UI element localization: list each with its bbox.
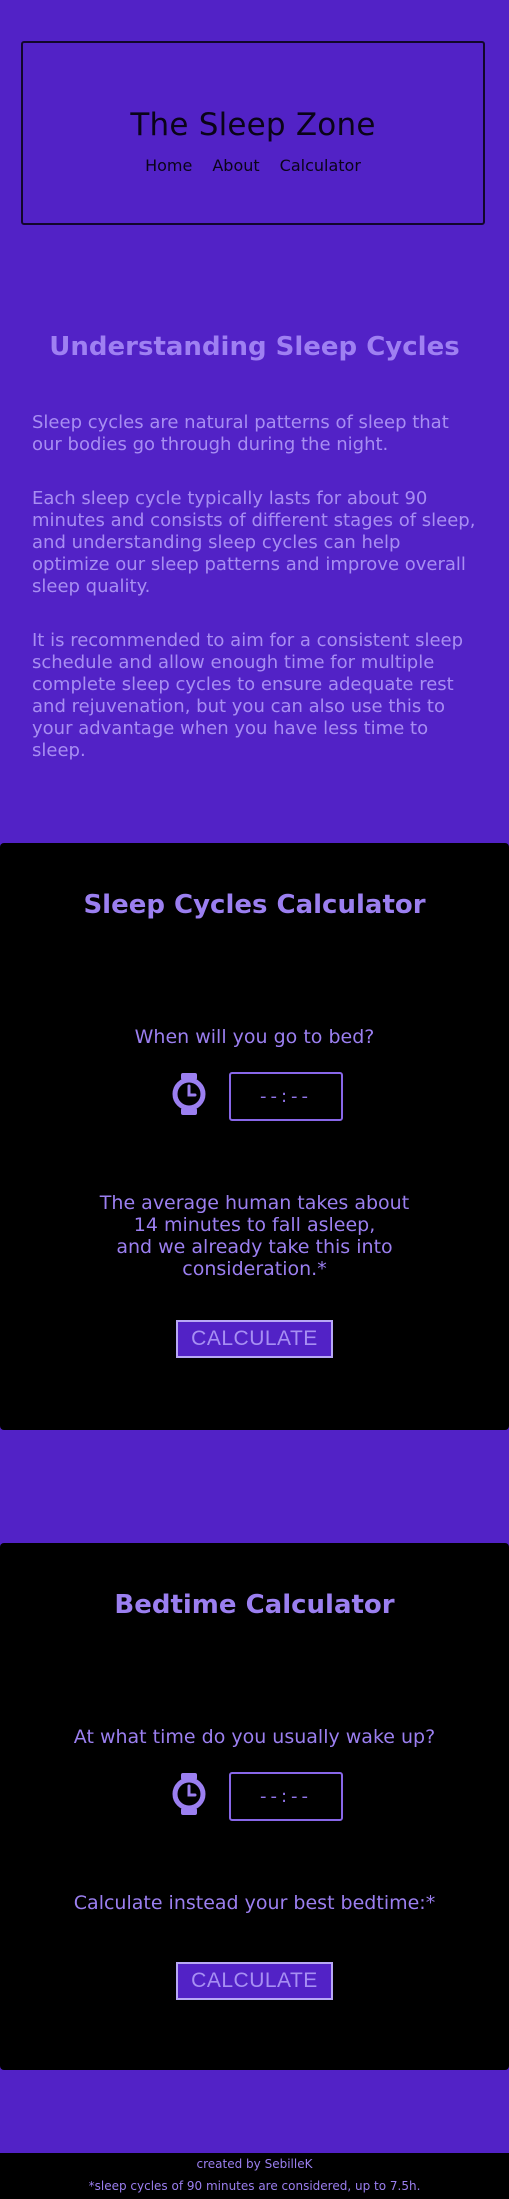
sleep-cycles-calculator-card: Sleep Cycles Calculator When will you go… bbox=[0, 843, 509, 1430]
bedtime-time-input[interactable]: --:-- bbox=[229, 1072, 343, 1121]
intro-paragraph-3: It is recommended to aim for a consisten… bbox=[32, 630, 464, 761]
site-header: The Sleep Zone Home About Calculator bbox=[21, 41, 485, 225]
intro-paragraph-1: Sleep cycles are natural patterns of sle… bbox=[32, 412, 449, 455]
nav-calculator[interactable]: Calculator bbox=[280, 156, 361, 175]
consideration-note: and we already take this into considerat… bbox=[116, 1236, 393, 1280]
bedtime-calculator-card: Bedtime Calculator At what time do you u… bbox=[0, 1543, 509, 2070]
wake-up-time-input[interactable]: --:-- bbox=[229, 1772, 343, 1821]
bedtime-calculator-title: Bedtime Calculator bbox=[114, 1590, 395, 1620]
intro-paragraph-2: Each sleep cycle typically lasts for abo… bbox=[32, 488, 476, 597]
footer-credit: created by SebilleK bbox=[196, 2157, 313, 2171]
sleep-calculator-title: Sleep Cycles Calculator bbox=[83, 890, 426, 920]
best-bedtime-note: Calculate instead your best bedtime:* bbox=[73, 1892, 436, 1914]
footer-note: *sleep cycles of 90 minutes are consider… bbox=[88, 2179, 421, 2193]
clock-icon bbox=[172, 1073, 206, 1115]
bedtime-question: When will you go to bed? bbox=[134, 1026, 375, 1048]
nav-home[interactable]: Home bbox=[145, 156, 192, 175]
calculate-sleep-cycles-button[interactable]: CALCULATE bbox=[176, 1320, 333, 1358]
wake-up-question: At what time do you usually wake up? bbox=[73, 1726, 436, 1748]
site-footer: created by SebilleK *sleep cycles of 90 … bbox=[0, 2153, 509, 2199]
intro-title: Understanding Sleep Cycles bbox=[49, 332, 460, 362]
main-nav: Home About Calculator bbox=[23, 156, 483, 175]
fall-asleep-note: The average human takes about 14 minutes… bbox=[99, 1192, 410, 1236]
site-title: The Sleep Zone bbox=[130, 107, 376, 143]
clock-icon bbox=[172, 1773, 206, 1815]
nav-about[interactable]: About bbox=[212, 156, 259, 175]
calculate-bedtime-button[interactable]: CALCULATE bbox=[176, 1962, 333, 2000]
